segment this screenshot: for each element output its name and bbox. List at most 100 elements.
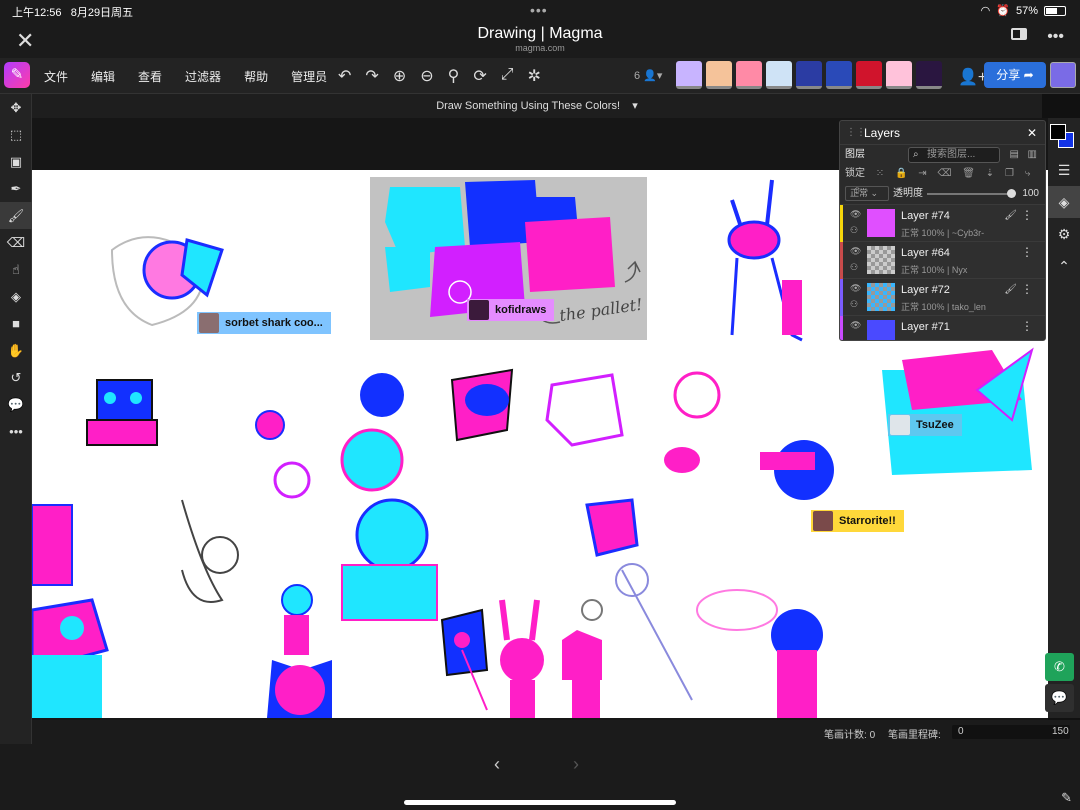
fill-icon[interactable]: ◈ (0, 283, 32, 310)
brush-icon[interactable]: 🖌 (0, 202, 32, 229)
undo-icon[interactable]: ↶ (338, 66, 351, 86)
more-vertical-icon[interactable]: ⋮ (1021, 282, 1033, 296)
zoom-out-icon[interactable]: ⊖ (420, 66, 433, 86)
document-title-bar[interactable]: Draw Something Using These Colors! ▾ (32, 94, 1042, 118)
user-count[interactable]: 6 👤▾ (634, 69, 662, 82)
menu-help[interactable]: 帮助 (244, 68, 268, 85)
menu-view[interactable]: 查看 (138, 68, 162, 85)
art-right (760, 347, 1034, 718)
collaborator-avatar[interactable] (766, 61, 792, 89)
more-vertical-icon[interactable]: ⋮ (1021, 245, 1033, 259)
zoom-in-icon[interactable]: ⊕ (393, 66, 406, 86)
layers-panel: ⋮⋮ Layers ✕ 图层 搜索图层... ▤ ▥ 锁定 ⁙ 🔒 ⇥ ⌫ 🗑 … (839, 120, 1046, 341)
redo-icon[interactable]: ↷ (365, 66, 378, 86)
chevron-up-icon[interactable]: ⌃ (1048, 250, 1080, 282)
shape-icon[interactable]: ■ (0, 310, 32, 337)
avatar (890, 415, 910, 435)
my-avatar[interactable] (1050, 62, 1076, 88)
home-indicator[interactable] (404, 800, 676, 805)
collaborator-avatar[interactable] (796, 61, 822, 89)
rotate-icon[interactable]: ⟳ (473, 66, 486, 86)
fit-icon[interactable]: ⚲ (448, 66, 460, 86)
duplicate-icon[interactable]: ❐ (1005, 168, 1014, 179)
collaborator-tag-1[interactable]: sorbet shark coo... (197, 312, 331, 334)
eye-icon[interactable]: 👁 (850, 209, 861, 220)
settings-gear-icon[interactable]: ⚙ (1048, 218, 1080, 250)
color-swatch[interactable] (1050, 124, 1074, 148)
eye-icon[interactable]: 👁 (850, 320, 861, 331)
collaborator-avatar[interactable] (916, 61, 942, 89)
clip-icon[interactable]: ⤷ (1025, 168, 1031, 179)
layer-meta: 正常 100% | Nyx (901, 265, 968, 275)
layer-row[interactable]: 👁 ⚇ Layer #74 正常 100% | ~Cyb3r- 🖌 ⋮ (840, 205, 1045, 242)
move-down-icon[interactable]: ⇣ (986, 168, 994, 179)
more-vertical-icon[interactable]: ⋮ (1021, 319, 1033, 333)
layer-meta: 正常 100% | ~Cyb3r- (901, 228, 985, 238)
magma-logo[interactable]: ✎ (4, 62, 30, 88)
eraser-icon[interactable]: ⌫ (0, 229, 32, 256)
more-icon[interactable]: ••• (0, 418, 32, 445)
add-folder-icon[interactable]: ▥ (1028, 145, 1037, 165)
collaborator-avatar[interactable] (676, 61, 702, 89)
menu-edit[interactable]: 编辑 (91, 68, 115, 85)
settings-icon[interactable]: ✲ (528, 66, 541, 86)
sidebar-toggle-icon[interactable] (1011, 28, 1028, 40)
opacity-slider[interactable] (927, 189, 1016, 198)
collaborator-avatar[interactable] (736, 61, 762, 89)
pencil-icon[interactable]: ✎ (1061, 790, 1072, 806)
document-title: Draw Something Using These Colors! (436, 100, 621, 112)
layers-title: Layers (864, 126, 901, 140)
add-user-icon[interactable]: 👤+ (958, 67, 987, 87)
comment-icon[interactable]: 💬 (0, 391, 32, 418)
pallet-annotation: the pallet! (558, 295, 643, 325)
menu-filter[interactable]: 过滤器 (185, 68, 221, 85)
layer-search-input[interactable]: 搜索图层... (908, 147, 1000, 163)
menu-file[interactable]: 文件 (44, 68, 68, 85)
collaborator-avatar[interactable] (886, 61, 912, 89)
drag-handle-icon[interactable]: ⋮⋮ (846, 121, 866, 145)
marquee-icon[interactable]: ⬚ (0, 121, 32, 148)
forward-icon[interactable]: › (573, 754, 579, 775)
primary-color[interactable] (1050, 124, 1066, 140)
layer-row[interactable]: 👁 ⚇ Layer #64 正常 100% | Nyx ⋮ (840, 242, 1045, 279)
collaborator-tag-2[interactable]: kofidraws (467, 299, 555, 321)
add-layer-icon[interactable]: ▤ (1010, 145, 1019, 165)
collaborator-avatar[interactable] (856, 61, 882, 89)
select-move-icon[interactable]: ✥ (0, 94, 32, 121)
more-vertical-icon[interactable]: ⋮ (1021, 208, 1033, 222)
collaborator-tag-3[interactable]: TsuZee (888, 414, 962, 436)
undo-history-icon[interactable]: ↺ (0, 364, 32, 391)
menu-admin[interactable]: 管理员 (291, 68, 327, 85)
eye-icon[interactable]: 👁 (850, 283, 861, 294)
layer-row[interactable]: 👁 ⚇ Layer #72 正常 100% | tako_len 🖌 ⋮ (840, 279, 1045, 316)
more-options-icon[interactable]: ••• (1047, 28, 1064, 46)
layers-icon[interactable]: ◈ (1048, 186, 1080, 218)
chat-button[interactable]: 💬 (1045, 684, 1074, 712)
close-icon[interactable]: ✕ (1027, 121, 1037, 145)
notes-icon[interactable]: ☰ (1048, 154, 1080, 186)
hand-icon[interactable]: ✋ (0, 337, 32, 364)
layer-thumbnail (867, 283, 895, 311)
blend-mode-select[interactable]: 正常 ⌄ (845, 186, 889, 201)
layers-header[interactable]: ⋮⋮ Layers ✕ (840, 121, 1045, 145)
delete-icon[interactable]: 🗑 (962, 168, 975, 179)
eyedropper-icon[interactable]: ✒ (0, 175, 32, 202)
lock-icon[interactable]: 🔒 (895, 168, 907, 179)
eye-icon[interactable]: 👁 (850, 246, 861, 257)
voice-call-button[interactable]: ✆ (1045, 653, 1074, 681)
chevron-down-icon: ▾ (632, 100, 638, 112)
fullscreen-icon[interactable]: ⤢ (501, 66, 514, 86)
clear-icon[interactable]: ⌫ (937, 168, 951, 179)
transform-icon[interactable]: ▣ (0, 148, 32, 175)
collaborator-avatar[interactable] (826, 61, 852, 89)
share-button[interactable]: 分享 ➦ (984, 62, 1046, 88)
collaborator-avatar[interactable] (706, 61, 732, 89)
multitask-dots[interactable]: ••• (530, 2, 548, 18)
layer-row[interactable]: 👁 Layer #71 ⋮ (840, 316, 1045, 340)
wifi-icon: ◠ (980, 5, 991, 17)
lock-transparency-icon[interactable]: ⁙ (876, 168, 884, 179)
smudge-icon[interactable]: ☝ (0, 256, 32, 283)
merge-icon[interactable]: ⇥ (918, 168, 926, 179)
collaborator-tag-4[interactable]: Starrorite!! (811, 510, 904, 532)
back-icon[interactable]: ‹ (494, 754, 500, 775)
